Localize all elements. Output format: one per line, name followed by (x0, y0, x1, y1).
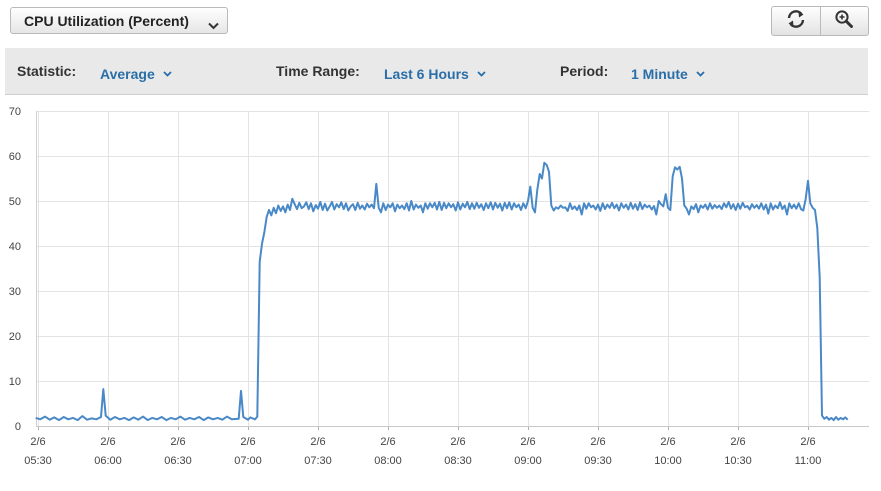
refresh-icon (785, 9, 807, 34)
chevron-down-icon (477, 64, 486, 80)
x-tick-date: 2/6 (170, 436, 185, 448)
x-tick-date: 2/6 (520, 436, 535, 448)
period-label: Period: (560, 63, 609, 79)
x-tick-time: 07:00 (234, 455, 262, 467)
y-tick-label: 50 (9, 196, 21, 208)
refresh-button[interactable] (772, 7, 820, 35)
x-tick-time: 09:30 (584, 455, 612, 467)
x-tick-time: 06:00 (94, 455, 122, 467)
x-tick-date: 2/6 (450, 436, 465, 448)
x-tick-date: 2/6 (30, 436, 45, 448)
time-range-label: Time Range: (276, 63, 360, 79)
x-tick-time: 05:30 (24, 455, 52, 467)
x-tick-date: 2/6 (100, 436, 115, 448)
statistic-label: Statistic: (17, 63, 77, 79)
x-tick-time: 08:30 (444, 455, 472, 467)
statistic-value: Average (100, 66, 155, 82)
x-tick-date: 2/6 (800, 436, 815, 448)
x-tick-time: 10:30 (724, 455, 752, 467)
x-tick-time: 07:30 (304, 455, 332, 467)
zoom-button[interactable] (819, 7, 869, 35)
y-tick-label: 60 (9, 151, 21, 163)
statistic-dropdown[interactable]: Average (100, 64, 172, 82)
metric-select[interactable]: CPU Utilization (Percent) (10, 7, 228, 34)
x-tick-time: 11:00 (795, 455, 822, 467)
x-tick-time: 09:00 (514, 455, 542, 467)
time-range-value: Last 6 Hours (384, 66, 469, 82)
x-tick-time: 10:00 (654, 455, 682, 467)
chevron-down-icon (696, 64, 705, 80)
y-tick-label: 30 (9, 286, 21, 298)
x-tick-date: 2/6 (730, 436, 745, 448)
zoom-in-icon (834, 9, 854, 34)
y-tick-label: 0 (15, 421, 21, 433)
cpu-series-line (35, 161, 849, 422)
chart-actions (771, 6, 869, 36)
x-tick-time: 06:30 (164, 455, 192, 467)
plot-area (36, 110, 869, 426)
y-tick-label: 10 (9, 376, 21, 388)
y-tick-label: 70 (9, 106, 21, 118)
x-tick-time: 08:00 (374, 455, 402, 467)
graph-options-bar: Statistic: Average Time Range: Last 6 Ho… (5, 48, 868, 95)
metric-select-label: CPU Utilization (Percent) (24, 12, 189, 29)
x-tick-date: 2/6 (660, 436, 675, 448)
x-tick-date: 2/6 (380, 436, 395, 448)
y-tick-label: 20 (9, 331, 21, 343)
period-value: 1 Minute (631, 66, 688, 82)
x-tick-date: 2/6 (590, 436, 605, 448)
chevron-down-icon (208, 17, 219, 33)
x-tick-date: 2/6 (310, 436, 325, 448)
x-tick-date: 2/6 (240, 436, 255, 448)
chevron-down-icon (163, 64, 172, 80)
y-tick-label: 40 (9, 241, 21, 253)
period-dropdown[interactable]: 1 Minute (631, 64, 705, 82)
time-range-dropdown[interactable]: Last 6 Hours (384, 64, 486, 82)
